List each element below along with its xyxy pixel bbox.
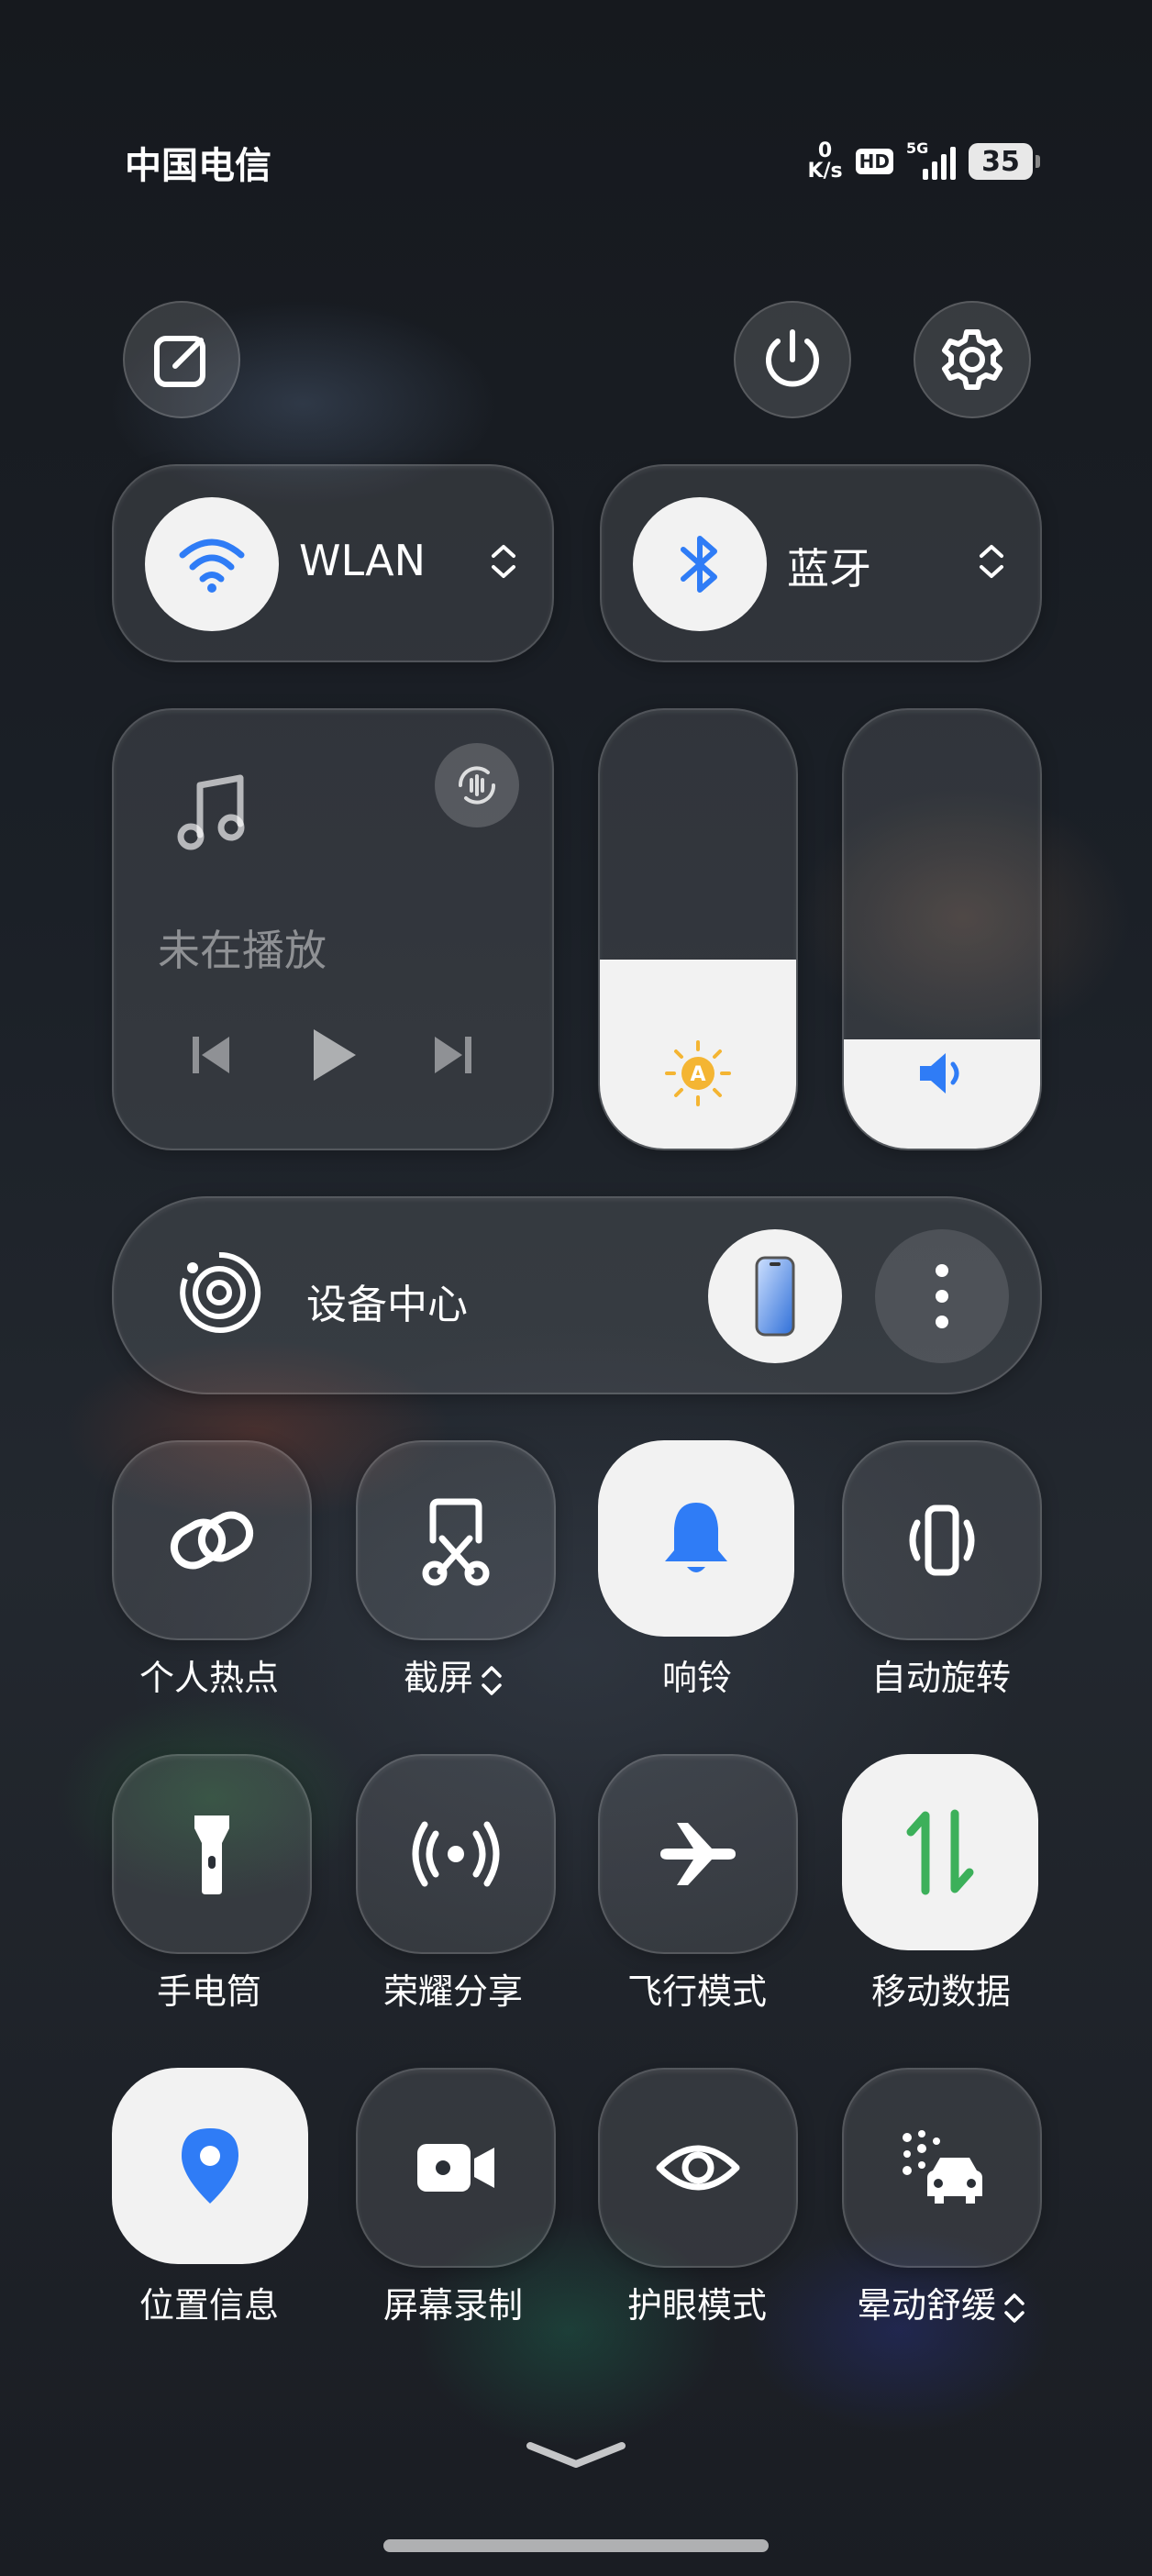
battery-icon: 35 — [969, 143, 1040, 180]
tile-screenshot[interactable] — [356, 1440, 556, 1640]
media-status: 未在播放 — [158, 926, 327, 975]
net-speed-value: 0 — [817, 139, 833, 162]
expand-chevron-icon[interactable] — [490, 541, 517, 582]
tile-label: 屏幕录制 — [382, 2285, 523, 2326]
tile-location[interactable] — [112, 2068, 308, 2264]
bell-icon — [665, 1503, 727, 1572]
bluetooth-toggle[interactable]: 蓝牙 — [600, 464, 1042, 662]
wlan-label: WLAN — [299, 536, 426, 585]
tile-auto-rotate[interactable] — [842, 1440, 1042, 1640]
eye-icon — [656, 2145, 740, 2191]
tile-label: 移动数据 — [870, 1971, 1011, 2012]
wifi-icon — [179, 539, 245, 593]
net-speed: 0 K/s — [807, 141, 842, 182]
tile-ring[interactable] — [598, 1440, 794, 1637]
media-player-card[interactable]: 未在播放 — [112, 708, 554, 1150]
svg-text:A: A — [690, 1063, 705, 1086]
tile-hotspot[interactable] — [112, 1440, 312, 1640]
audio-output-button[interactable] — [435, 743, 519, 827]
more-options-button[interactable] — [875, 1229, 1009, 1363]
tile-label-with-menu: 晕动舒缓 — [803, 2277, 1079, 2327]
wlan-icon-button[interactable] — [145, 497, 279, 631]
flashlight-icon — [194, 1815, 229, 1894]
tile-label: 飞行模式 — [626, 1971, 767, 2012]
tile-honor-share[interactable] — [356, 1754, 556, 1954]
status-icons: 0 K/s HD 5G 35 — [807, 138, 1040, 185]
screenshot-icon — [422, 1498, 490, 1586]
bluetooth-label: 蓝牙 — [787, 544, 871, 594]
auto-rotate-icon — [909, 1505, 975, 1576]
tile-label: 响铃 — [661, 1658, 732, 1698]
expand-chevron-icon[interactable] — [978, 541, 1005, 582]
gear-icon — [942, 329, 1002, 390]
auto-brightness-icon: A — [665, 1040, 731, 1106]
network-type: 5G — [906, 139, 929, 157]
tile-label: 晕动舒缓 — [856, 2285, 996, 2326]
hotspot-icon — [170, 1511, 254, 1570]
tile-mobile-data[interactable] — [842, 1754, 1038, 1950]
carrier-name: 中国电信 — [125, 145, 271, 187]
this-device-button[interactable] — [708, 1229, 842, 1363]
wlan-toggle[interactable]: WLAN — [112, 464, 554, 662]
settings-button[interactable] — [914, 301, 1031, 418]
more-vertical-icon — [936, 1264, 948, 1328]
power-button[interactable] — [734, 301, 851, 418]
tile-motion-sickness[interactable] — [842, 2068, 1042, 2268]
tile-label: 位置信息 — [138, 2285, 279, 2326]
tile-label: 个人热点 — [138, 1658, 279, 1698]
tile-eye-comfort[interactable] — [598, 2068, 798, 2268]
previous-track-icon[interactable] — [187, 1031, 235, 1079]
device-center-card[interactable]: 设备中心 — [112, 1196, 1042, 1394]
power-icon — [766, 329, 819, 387]
tile-label: 荣耀分享 — [382, 1971, 523, 2012]
tile-label: 手电筒 — [156, 1971, 261, 2012]
edit-button[interactable] — [123, 301, 240, 418]
phone-icon — [755, 1256, 795, 1337]
device-center-icon — [180, 1251, 261, 1333]
share-icon — [412, 1821, 500, 1887]
audio-cast-icon — [458, 766, 496, 805]
video-camera-icon — [417, 2144, 494, 2192]
tile-label: 自动旋转 — [870, 1658, 1011, 1698]
expand-chevron-icon[interactable] — [1003, 2291, 1025, 2326]
battery-level: 35 — [981, 145, 1020, 178]
home-indicator[interactable] — [383, 2539, 769, 2552]
device-center-label: 设备中心 — [306, 1282, 468, 1328]
location-icon — [182, 2128, 238, 2204]
tile-label: 截屏 — [403, 1658, 473, 1698]
expand-chevron-icon[interactable] — [481, 1663, 503, 1698]
bluetooth-icon-button[interactable] — [633, 497, 767, 631]
car-motion-icon — [903, 2130, 982, 2204]
tile-label-with-menu: 截屏 — [316, 1649, 591, 1700]
volume-slider[interactable] — [842, 708, 1042, 1150]
brightness-slider[interactable]: A — [598, 708, 798, 1150]
tile-airplane-mode[interactable] — [598, 1754, 798, 1954]
hd-badge: HD — [855, 149, 893, 174]
edit-icon — [154, 336, 205, 387]
speaker-icon — [920, 1053, 959, 1094]
music-note-icon — [177, 774, 245, 850]
collapse-chevron-icon[interactable] — [523, 2437, 629, 2473]
airplane-icon — [660, 1823, 736, 1885]
play-icon[interactable] — [303, 1026, 361, 1084]
bluetooth-icon — [681, 536, 717, 593]
tile-screen-record[interactable] — [356, 2068, 556, 2268]
next-track-icon[interactable] — [429, 1031, 477, 1079]
tile-label: 护眼模式 — [626, 2285, 767, 2326]
net-speed-unit: K/s — [807, 160, 843, 183]
tile-flashlight[interactable] — [112, 1754, 312, 1954]
mobile-data-icon — [906, 1809, 974, 1895]
signal-icon: 5G — [906, 139, 956, 180]
